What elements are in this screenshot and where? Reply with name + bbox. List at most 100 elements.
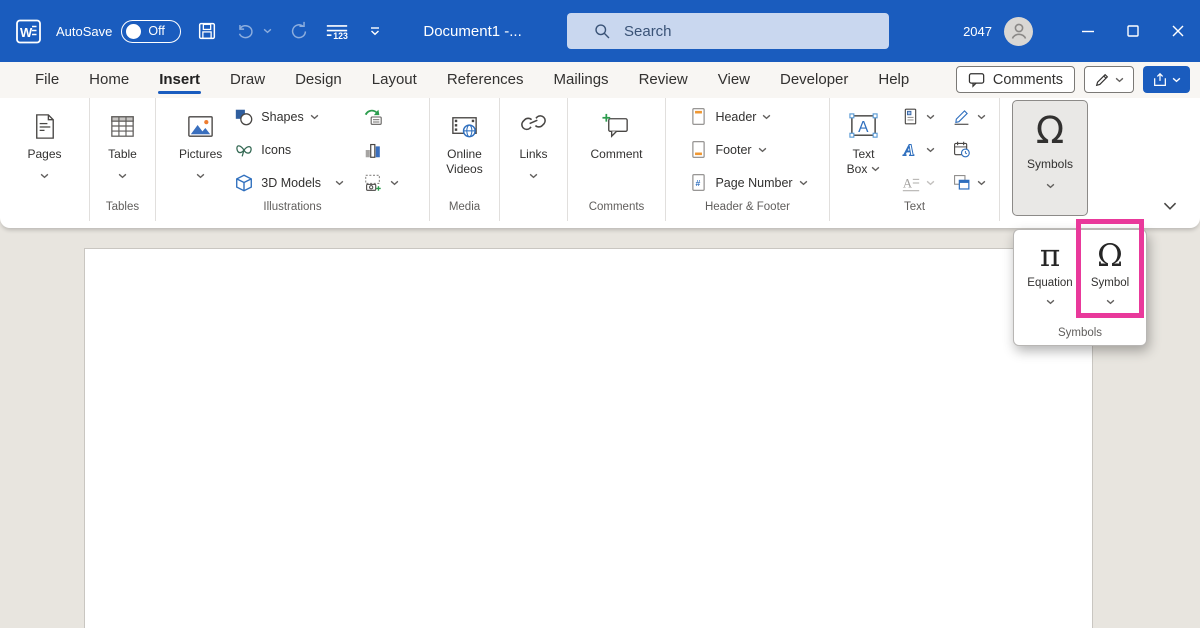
pictures-button[interactable]: Pictures [179,100,222,200]
tab-insert[interactable]: Insert [144,64,215,97]
maximize-icon[interactable] [1110,0,1155,62]
page-number-icon: # [687,172,709,194]
collapse-ribbon-icon[interactable] [1162,198,1178,216]
icons-button[interactable]: Icons [226,133,351,166]
table-label: Table [108,147,137,162]
tab-draw[interactable]: Draw [215,64,280,97]
document-title[interactable]: Document1 -... [423,23,521,40]
symbols-button[interactable]: Ω Symbols [1012,100,1088,216]
shapes-icon [233,106,255,128]
qat-customize-icon[interactable] [363,19,387,43]
object-icon [951,172,973,194]
icons-icon [233,139,255,161]
shapes-button[interactable]: Shapes [226,100,351,133]
media-group-label: Media [430,201,499,221]
pages-label: Pages [27,147,61,162]
online-videos-label-2: Videos [446,162,482,177]
word-logo-icon[interactable]: W [15,18,42,45]
tab-view[interactable]: View [703,64,765,97]
header-label: Header [715,110,756,124]
tab-review[interactable]: Review [624,64,703,97]
pages-icon [29,106,60,142]
signature-line-button[interactable] [944,100,993,133]
symbol-button[interactable]: Ω Symbol [1081,235,1139,319]
footer-button[interactable]: Footer [680,133,814,166]
svg-text:A: A [902,140,914,159]
comments-group: Comment Comments [568,98,666,221]
table-button[interactable]: Table [107,100,138,200]
document-page[interactable] [84,248,1093,628]
wordart-button[interactable]: A [893,133,942,166]
title-bar: W AutoSave Off 123 [0,0,1200,62]
avatar-icon[interactable] [1004,17,1033,46]
media-group: Online Videos Media [430,98,500,221]
tab-developer[interactable]: Developer [765,64,863,97]
links-button[interactable]: Links [518,100,549,200]
chevron-down-icon [196,166,205,184]
page-number-button[interactable]: # Page Number [680,166,814,199]
chevron-down-icon [1115,77,1124,83]
save-icon[interactable] [195,19,219,43]
chevron-down-icon [1172,77,1181,83]
undo-icon [233,19,257,43]
drop-cap-button[interactable]: A [893,166,942,199]
svg-text:#: # [695,178,700,188]
chevron-down-icon [926,180,935,186]
tab-mailings[interactable]: Mailings [539,64,624,97]
online-videos-button[interactable]: Online Videos [446,100,482,200]
omega-icon: Ω [1097,237,1123,275]
comment-button[interactable]: Comment [590,100,642,200]
equation-button[interactable]: π Equation [1021,235,1079,319]
3d-models-button[interactable]: 3D Models [226,166,351,199]
3d-models-label: 3D Models [261,176,321,190]
chevron-down-icon [118,166,127,184]
chevron-down-icon [1046,292,1055,310]
date-time-button[interactable] [944,133,993,166]
chevron-down-icon [335,180,344,186]
symbols-group: Ω Symbols [1000,98,1100,221]
chevron-down-icon [1106,292,1115,310]
tab-references[interactable]: References [432,64,539,97]
table-icon [107,106,138,142]
search-input[interactable]: Search [567,13,889,49]
quick-parts-icon [900,106,922,128]
text-box-label-2: Box [847,162,881,177]
tab-help[interactable]: Help [863,64,924,97]
illustrations-group-label: Illustrations [156,201,429,221]
share-button[interactable] [1143,66,1190,93]
ribbon: Pages Table Tables [0,98,1200,228]
tab-file[interactable]: File [20,64,74,97]
word-window: W AutoSave Off 123 [0,0,1200,628]
pages-button[interactable]: Pages [27,100,61,200]
close-icon[interactable] [1155,0,1200,62]
pictures-icon [185,106,216,142]
symbol-label: Symbol [1091,277,1129,289]
header-footer-group: Header Footer # Page Numb [666,98,830,221]
quick-parts-button[interactable] [893,100,942,133]
numbered-list-icon[interactable]: 123 [325,19,349,43]
tab-home[interactable]: Home [74,64,144,97]
icons-label: Icons [261,143,291,157]
undo-chevron-icon [261,19,273,43]
comments-button[interactable]: Comments [956,66,1075,93]
chart-button[interactable] [355,133,406,166]
chevron-down-icon [529,166,538,184]
minimize-icon[interactable] [1065,0,1110,62]
shapes-label: Shapes [261,110,303,124]
chevron-down-icon [390,180,399,186]
pictures-label: Pictures [179,147,222,162]
object-button[interactable] [944,166,993,199]
redo-icon [287,19,311,43]
chevron-down-icon [1046,176,1055,194]
tab-layout[interactable]: Layout [357,64,432,97]
screenshot-button[interactable] [355,166,406,199]
tab-design[interactable]: Design [280,64,357,97]
equation-label: Equation [1027,277,1072,289]
autosave-toggle[interactable]: Off [121,20,181,43]
header-button[interactable]: Header [680,100,814,133]
editing-mode-button[interactable] [1084,66,1134,93]
links-label: Links [519,147,547,162]
smartart-button[interactable] [355,100,406,133]
svg-text:W: W [20,25,33,40]
text-box-button[interactable]: A Text Box [837,100,891,200]
